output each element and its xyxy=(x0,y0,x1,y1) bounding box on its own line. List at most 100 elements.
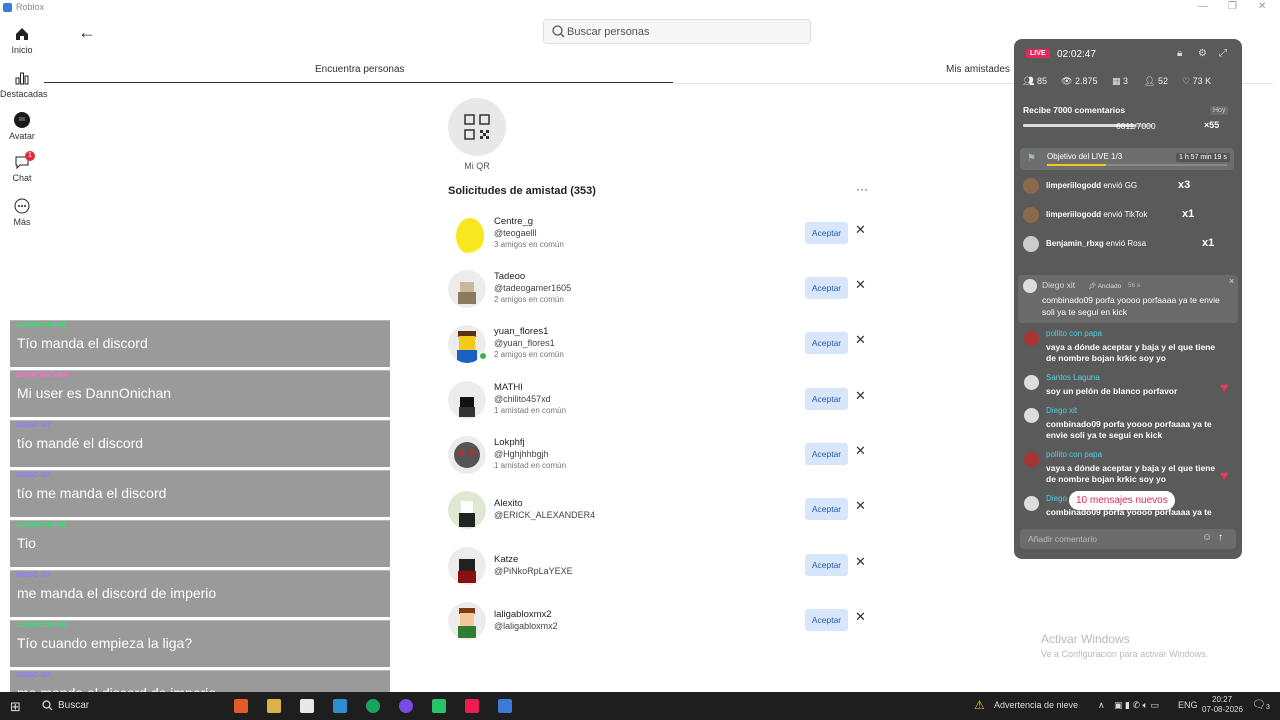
request-username: @teogaelll xyxy=(494,228,537,238)
live-objective[interactable]: ⚑ Objetivo del LIVE 1/3 1 h 57 min 19 s xyxy=(1020,148,1234,170)
expand-icon[interactable]: ⤢ xyxy=(1219,48,1227,59)
send-icon[interactable]: ↑ xyxy=(1218,532,1223,543)
emoji-icon[interactable]: ☺ xyxy=(1202,532,1212,543)
avatar[interactable] xyxy=(448,270,486,308)
settings-icon[interactable]: ⚙ xyxy=(1198,48,1207,59)
request-username: @yuan_flores1 xyxy=(494,338,555,348)
reject-icon[interactable]: ✕ xyxy=(855,609,866,625)
tray-overflow-icon[interactable]: ∧ xyxy=(1098,700,1105,711)
request-name[interactable]: Alexito xyxy=(494,498,523,509)
avatar[interactable] xyxy=(448,215,486,253)
comment-user[interactable]: Santos Laguna xyxy=(1046,373,1100,382)
accept-button[interactable]: Aceptar xyxy=(805,388,848,410)
title-bar: Roblox — ❐ ✕ xyxy=(0,0,1280,16)
clock-date[interactable]: 07-08-2026 xyxy=(1202,705,1243,714)
my-qr-button[interactable] xyxy=(448,98,506,156)
chat-message: DIEGO XIT tío me manda el discord xyxy=(10,470,390,517)
back-arrow-icon[interactable]: ← xyxy=(78,22,96,43)
avatar[interactable] xyxy=(448,491,486,529)
accept-button[interactable]: Aceptar xyxy=(805,443,848,465)
close-pinned-icon[interactable]: × xyxy=(1229,276,1234,286)
nav-charts[interactable]: Destacadas xyxy=(0,70,48,99)
comment-user[interactable]: Diego xit xyxy=(1046,406,1077,415)
file-explorer-icon[interactable] xyxy=(267,699,281,713)
app-icon[interactable] xyxy=(432,699,446,713)
pinned-age: 56 s xyxy=(1128,282,1141,289)
tab-my-friends[interactable]: Mis amistades xyxy=(946,64,1010,75)
reject-icon[interactable]: ✕ xyxy=(855,222,866,238)
search-input[interactable]: Buscar personas xyxy=(543,19,811,44)
windows-start-icon[interactable]: ⊞ xyxy=(10,699,21,715)
accept-button[interactable]: Aceptar xyxy=(805,277,848,299)
objective-progress-bar xyxy=(1047,164,1107,166)
taskbar-search[interactable]: Buscar xyxy=(38,695,210,717)
request-name[interactable]: Centre_g xyxy=(494,216,533,227)
chat-message: DIEGO XIT me manda el discord de imperio xyxy=(10,570,390,617)
viewers-count: 85 xyxy=(1036,76,1047,86)
avatar[interactable] xyxy=(448,602,486,640)
comment-user[interactable]: pollito con papa xyxy=(1046,450,1102,459)
minimize-icon[interactable]: — xyxy=(1198,1,1208,12)
reject-icon[interactable]: ✕ xyxy=(855,388,866,404)
app-icon[interactable] xyxy=(234,699,248,713)
tray-icons[interactable]: ▣ ▮ ✆ 🔈︎ ▭ xyxy=(1114,700,1159,711)
request-name[interactable]: Lokphfj xyxy=(494,437,525,448)
mutual-friends: 1 amistad en común xyxy=(494,406,567,415)
avatar[interactable] xyxy=(448,436,486,474)
friend-request-row: Centre_g @teogaelll 3 amigos en común Ac… xyxy=(448,212,878,256)
accept-button[interactable]: Aceptar xyxy=(805,554,848,576)
request-name[interactable]: MATHI xyxy=(494,382,523,393)
app-icon[interactable] xyxy=(300,699,314,713)
lock-icon[interactable]: 🔒︎ xyxy=(1177,48,1182,59)
accept-button[interactable]: Aceptar xyxy=(805,609,848,631)
weather-alert[interactable]: Advertencia de nieve xyxy=(994,700,1078,710)
comment-text: vaya a dónde aceptar y baja y el que tie… xyxy=(1046,342,1216,363)
nav-more[interactable]: Más xyxy=(0,198,44,227)
nav-home[interactable]: Inicio xyxy=(0,26,44,55)
accept-button[interactable]: Aceptar xyxy=(805,222,848,244)
more-options-icon[interactable]: ··· xyxy=(856,182,868,196)
reject-icon[interactable]: ✕ xyxy=(855,443,866,459)
reject-icon[interactable]: ✕ xyxy=(855,277,866,293)
chat-user: ALVAROCHINO xyxy=(16,622,68,629)
views-stat: 👁︎ 2.875 xyxy=(1061,76,1098,86)
request-username: @chilito457xd xyxy=(494,394,551,404)
request-name[interactable]: yuan_flores1 xyxy=(494,326,548,337)
accept-button[interactable]: Aceptar xyxy=(805,498,848,520)
reject-icon[interactable]: ✕ xyxy=(855,498,866,514)
app-icon[interactable] xyxy=(399,699,413,713)
request-name[interactable]: Katze xyxy=(494,554,518,565)
app-icon[interactable] xyxy=(333,699,347,713)
nav-avatar[interactable]: Avatar xyxy=(0,112,44,141)
language-indicator[interactable]: ENG xyxy=(1178,700,1198,710)
live-panel: LIVE 02:02:47 🔒︎ ⚙ ⤢ 👥︎ 85 👁︎ 2.875 ▦ 3 … xyxy=(1014,39,1242,559)
tab-find-people[interactable]: Encuentra personas xyxy=(315,64,405,75)
roblox-icon[interactable] xyxy=(498,699,512,713)
likes-count: 73 K xyxy=(1192,76,1212,86)
request-username: @Hghjhhbgjh xyxy=(494,449,549,459)
request-username: @tadeogamer1605 xyxy=(494,283,572,293)
reject-icon[interactable]: ✕ xyxy=(855,554,866,570)
comment-input[interactable]: Añadir comentario ☺ ↑ xyxy=(1020,529,1236,549)
avatar[interactable] xyxy=(448,381,486,419)
gift-notification: Benjamin_rbxg envió Rosa x1 xyxy=(1020,234,1220,254)
notifications-icon[interactable]: 🗨︎ xyxy=(1252,698,1266,711)
request-name[interactable]: Tadeoo xyxy=(494,271,525,282)
chat-user: DANNONICHAN xyxy=(16,372,69,379)
maximize-icon[interactable]: ❐ xyxy=(1228,1,1237,12)
reject-icon[interactable]: ✕ xyxy=(855,332,866,348)
clock-time[interactable]: 20:27 xyxy=(1212,695,1232,704)
nav-chat[interactable]: 1 Chat xyxy=(0,151,44,183)
tiktok-icon[interactable] xyxy=(465,699,479,713)
request-name[interactable]: laligabloxmx2 xyxy=(494,609,552,620)
accept-button[interactable]: Aceptar xyxy=(805,332,848,354)
chat-user: DIEGO XIT xyxy=(16,422,52,429)
heart-icon: ♥ xyxy=(1220,467,1229,483)
comment-user[interactable]: pollito con papa xyxy=(1046,329,1102,338)
chat-message: ALVAROCHINO Tio xyxy=(10,520,390,567)
new-messages-button[interactable]: 10 mensajes nuevos xyxy=(1069,491,1175,510)
close-icon[interactable]: ✕ xyxy=(1258,1,1266,12)
gift-text: limperiilogodd envió TikTok xyxy=(1046,210,1147,219)
edge-icon[interactable] xyxy=(366,699,380,713)
avatar[interactable] xyxy=(448,547,486,585)
